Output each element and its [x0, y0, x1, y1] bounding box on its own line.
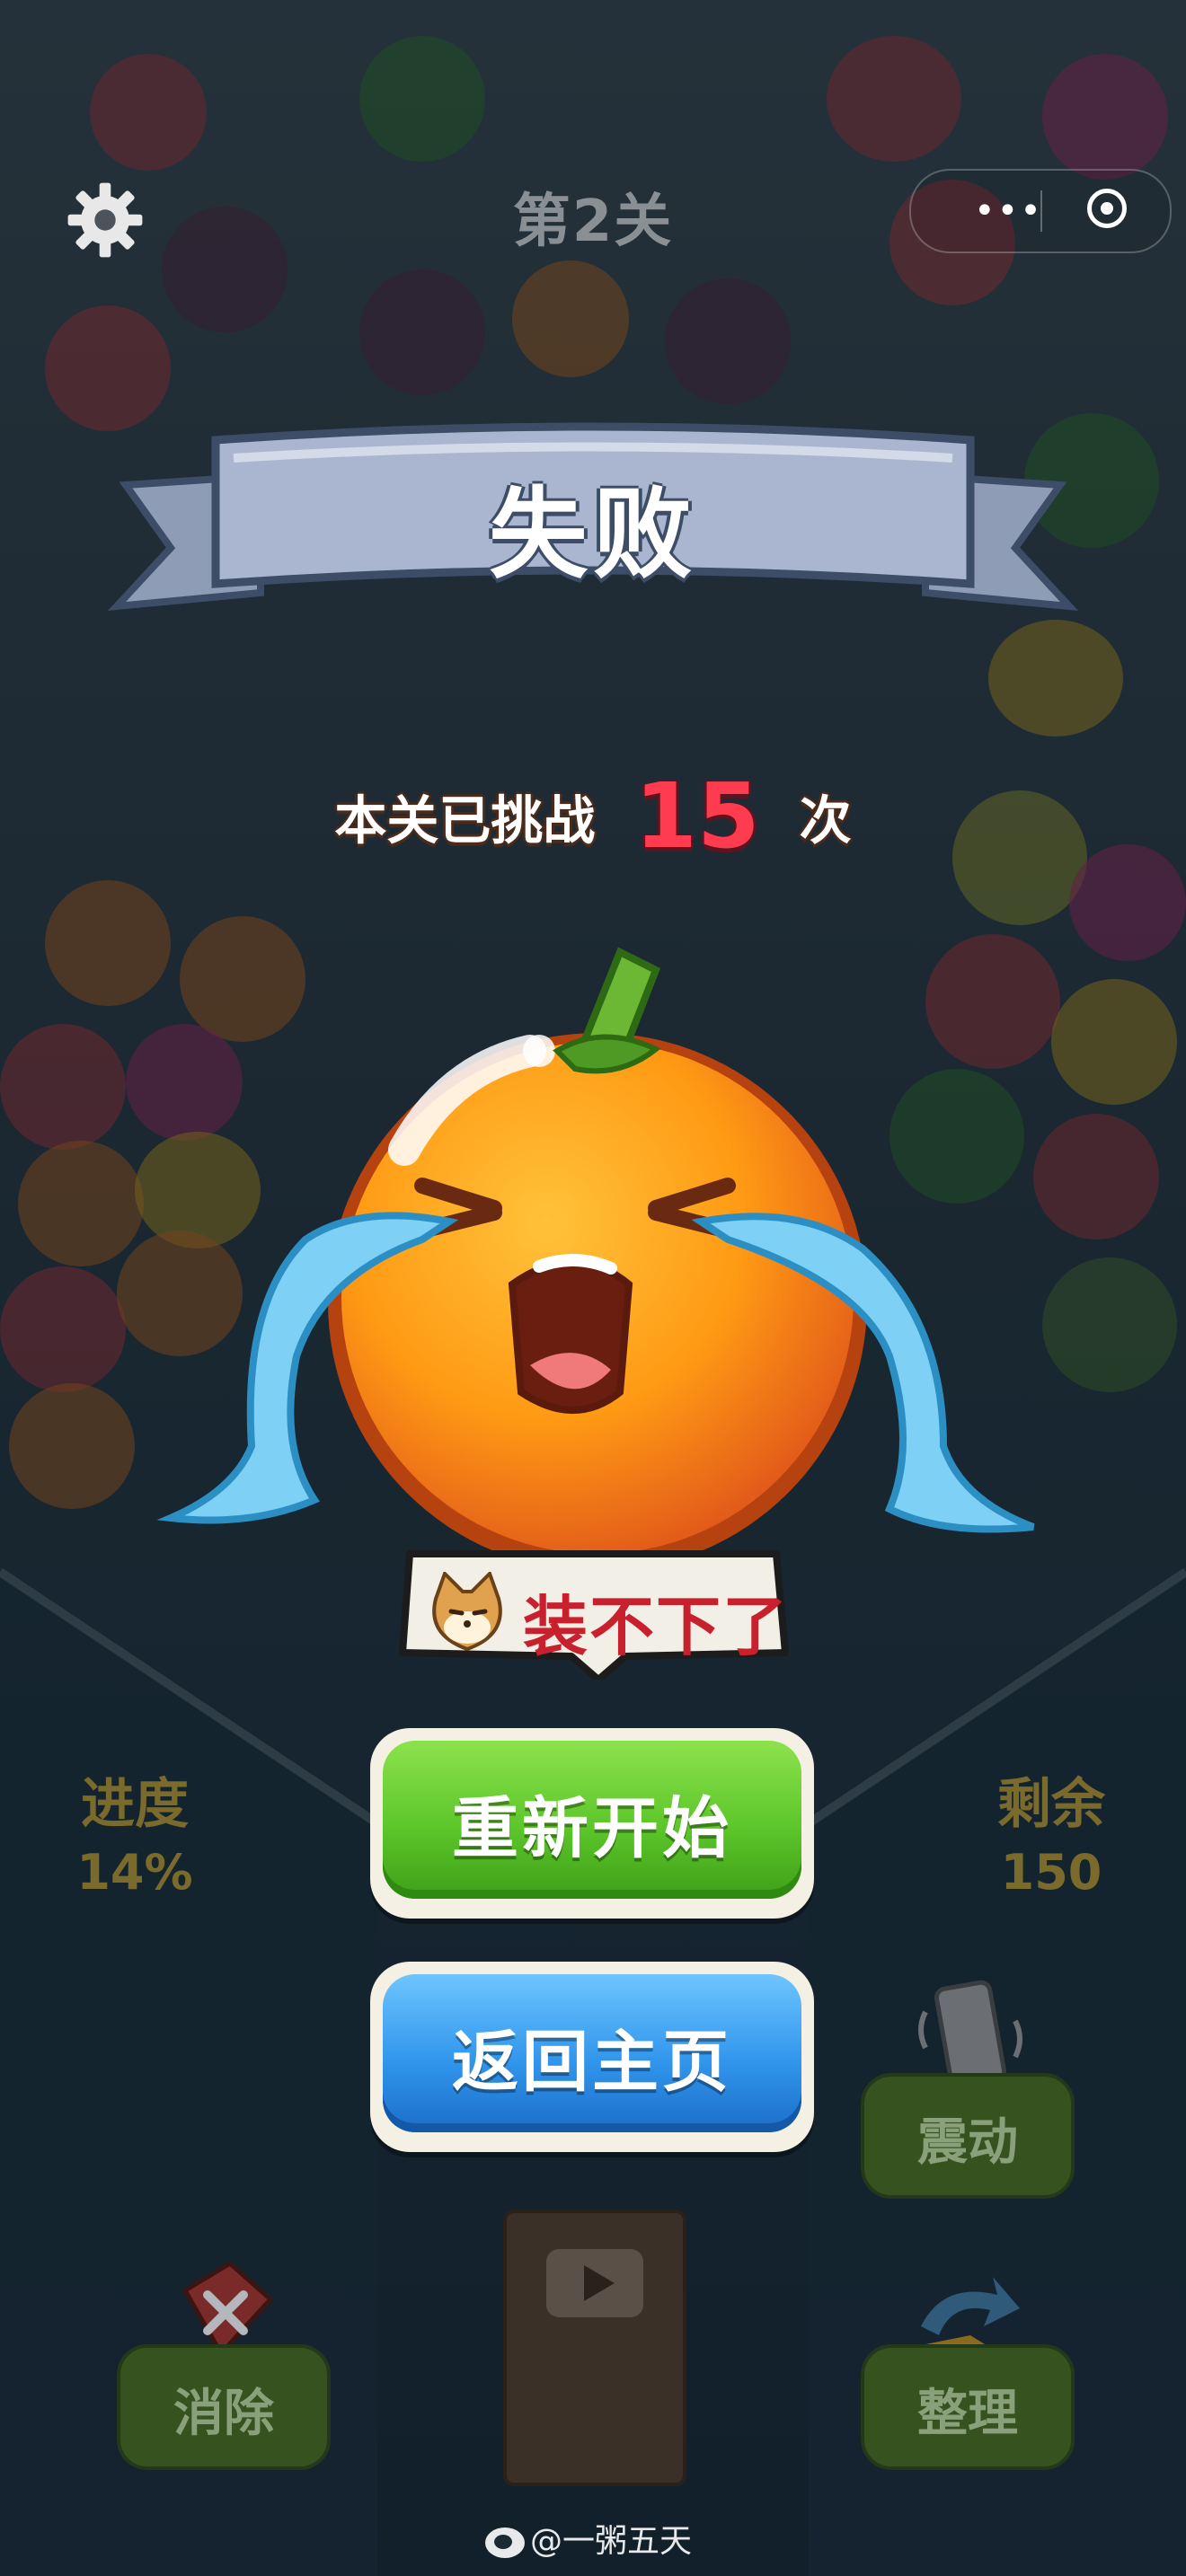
progress-value: 14% [76, 1844, 193, 1901]
game-screen: 第2关 ••• 失败 本关已挑战 15 次 装不下了 进度 14% 剩余 150… [0, 0, 1186, 2576]
progress-label: 进度 [81, 1773, 189, 1836]
sort-button[interactable]: 整理 [861, 2344, 1075, 2470]
challenge-prefix: 本关已挑战 [334, 790, 596, 851]
vibrate-label: 震动 [917, 2113, 1018, 2172]
more-dots-icon[interactable]: ••• [974, 193, 1043, 229]
capsule-divider [1040, 190, 1042, 232]
restart-button-label: 重新开始 [452, 1790, 732, 1867]
challenge-suffix: 次 [799, 790, 852, 851]
restart-button[interactable]: 重新开始 [370, 1728, 814, 1919]
target-icon[interactable] [1087, 189, 1127, 228]
challenge-count-line: 本关已挑战 15 次 [0, 763, 1186, 869]
bubble-text: 装不下了 [523, 1589, 790, 1664]
video-crate[interactable] [503, 2210, 686, 2486]
remaining-value: 150 [1000, 1844, 1102, 1901]
video-icon [546, 2249, 643, 2317]
home-button[interactable]: 返回主页 [370, 1962, 814, 2152]
vibrate-button[interactable]: 震动 [861, 2073, 1075, 2199]
progress-stat: 进度 14% [63, 1760, 207, 1901]
watermark-text: @一粥五天 [530, 2523, 693, 2560]
weibo-logo-icon [485, 2527, 525, 2558]
remaining-label: 剩余 [997, 1773, 1105, 1836]
crying-orange-illustration [156, 947, 1035, 1572]
mini-program-capsule: ••• [909, 169, 1172, 253]
challenge-count: 15 [634, 763, 760, 869]
remove-label: 消除 [173, 2385, 274, 2443]
watermark: @一粥五天 [485, 2515, 692, 2562]
remaining-stat: 剩余 150 [979, 1760, 1123, 1901]
shiba-avatar-icon [432, 1572, 502, 1652]
result-title: 失败 [489, 477, 697, 592]
sort-label: 整理 [917, 2385, 1018, 2443]
remove-button[interactable]: 消除 [117, 2344, 331, 2470]
home-button-label: 返回主页 [452, 2024, 732, 2101]
